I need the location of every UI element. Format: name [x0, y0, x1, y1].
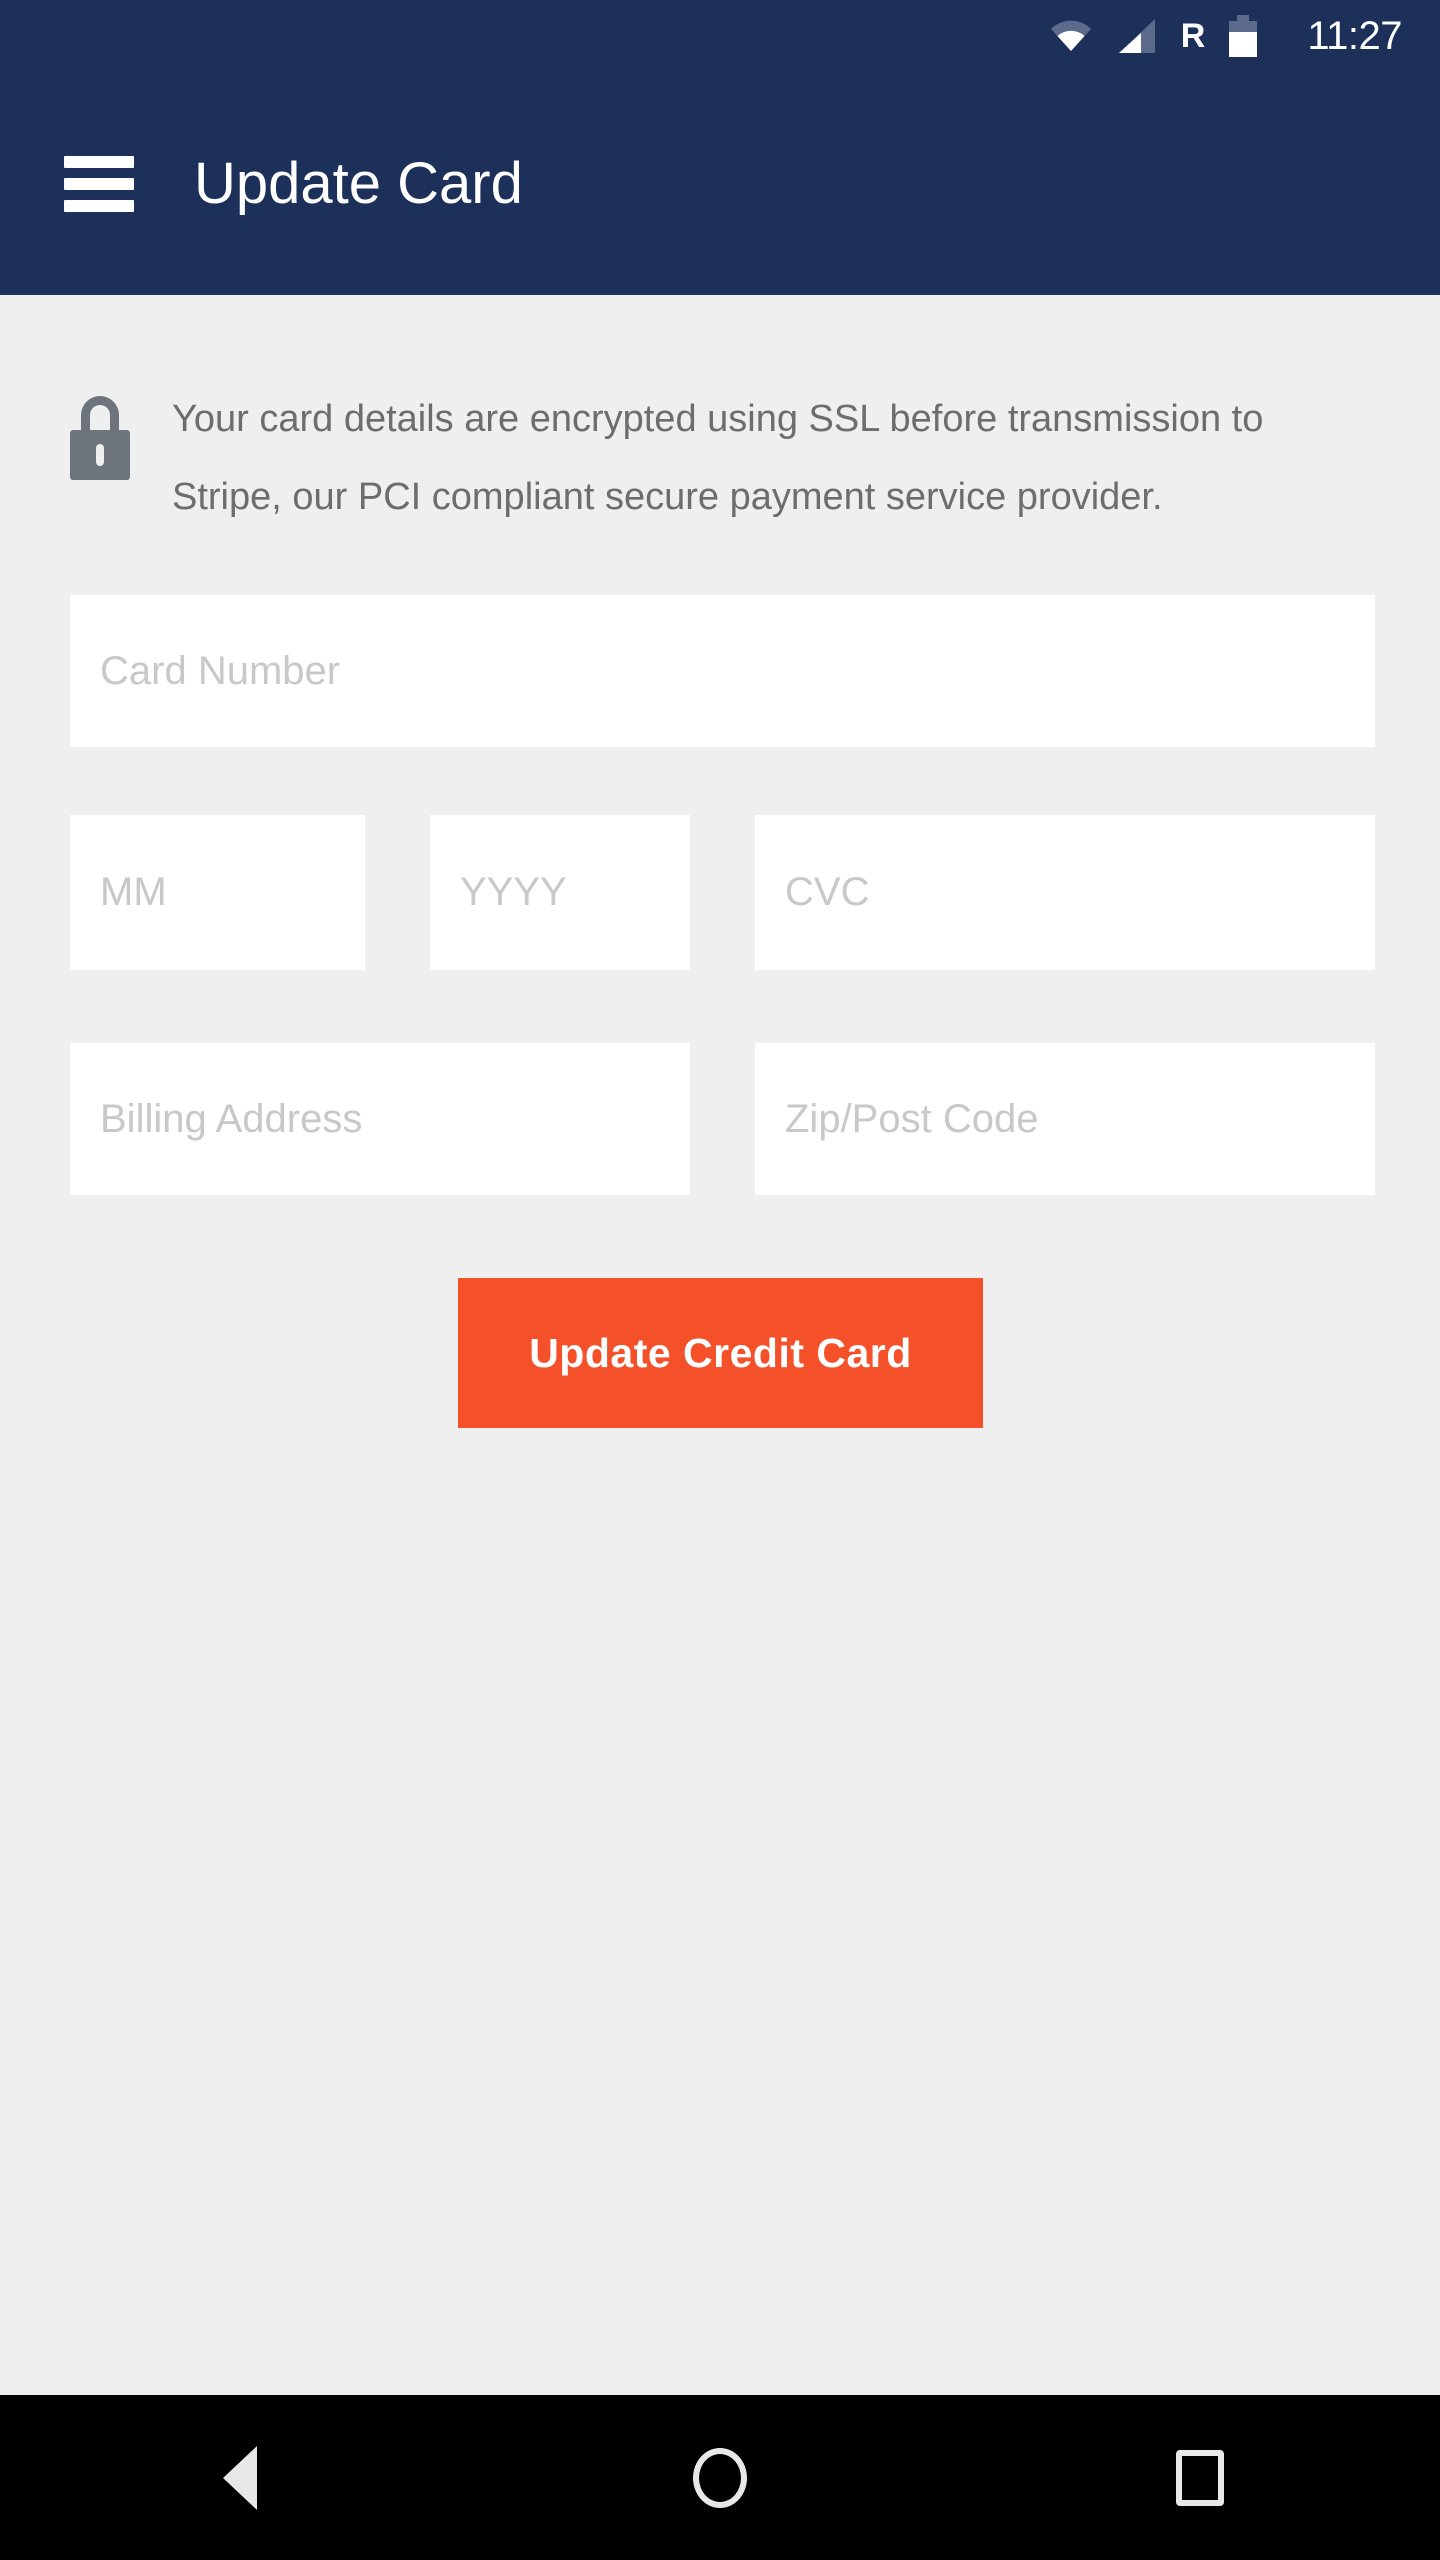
status-bar: R 11:27 — [0, 0, 1440, 72]
wifi-icon — [1049, 20, 1093, 52]
hamburger-menu-icon[interactable] — [64, 155, 134, 212]
ssl-notice-text: Your card details are encrypted using SS… — [172, 398, 1264, 518]
expiry-month-input[interactable] — [70, 815, 365, 970]
nav-home-button[interactable] — [480, 2395, 960, 2560]
nav-back-button[interactable] — [0, 2395, 480, 2560]
app-bar: Update Card — [0, 72, 1440, 295]
cvc-input[interactable] — [755, 815, 1375, 970]
android-navigation-bar — [0, 2395, 1440, 2560]
square-icon — [1176, 2449, 1224, 2506]
nav-recents-button[interactable] — [960, 2395, 1440, 2560]
circle-icon — [693, 2447, 747, 2508]
update-credit-card-button[interactable]: Update Credit Card — [458, 1278, 983, 1428]
lock-icon — [70, 396, 130, 480]
battery-icon — [1229, 15, 1258, 57]
zip-post-code-input[interactable] — [755, 1043, 1375, 1195]
main-content: Your card details are encrypted using SS… — [0, 295, 1440, 2395]
card-number-input[interactable] — [70, 595, 1375, 747]
expiry-year-input[interactable] — [430, 815, 690, 970]
status-bar-clock: 11:27 — [1307, 14, 1402, 58]
cell-signal-icon — [1117, 17, 1157, 55]
ssl-notice: Your card details are encrypted using SS… — [70, 380, 1380, 536]
triangle-left-icon — [223, 2445, 257, 2510]
billing-address-input[interactable] — [70, 1043, 690, 1195]
page-title: Update Card — [194, 151, 523, 216]
status-bar-icons: R 11:27 — [1049, 15, 1402, 57]
phone-screen: R 11:27 Update Card Your card details ar… — [0, 0, 1440, 2560]
roaming-icon: R — [1180, 17, 1206, 55]
